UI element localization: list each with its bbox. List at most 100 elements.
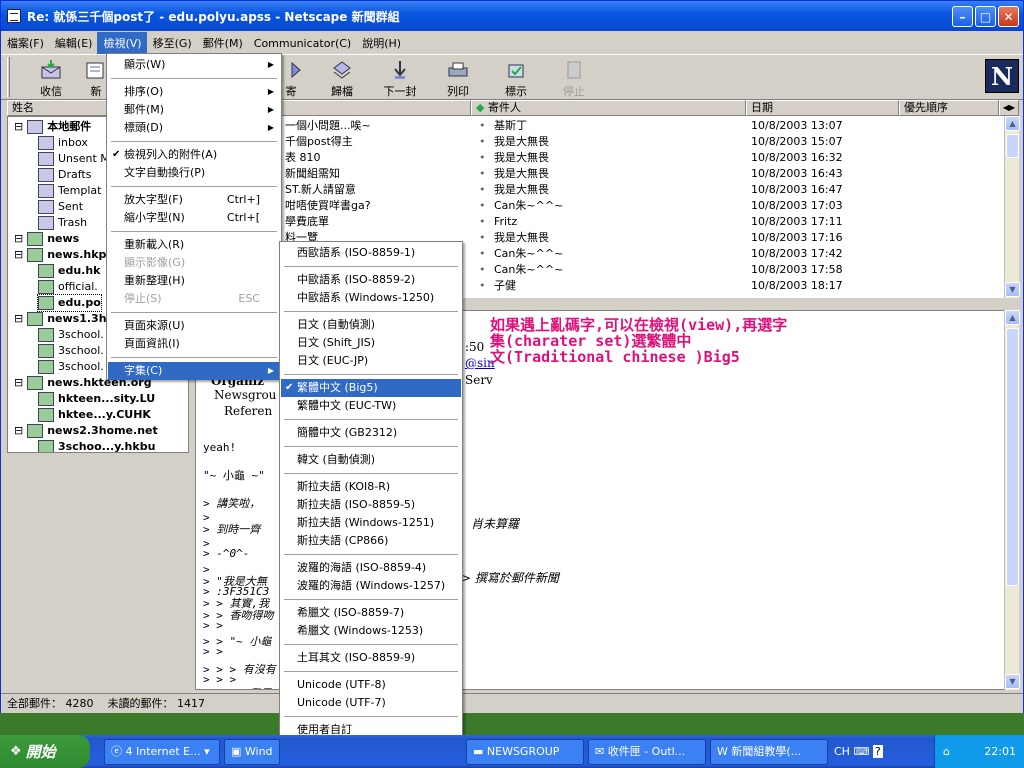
folder-item[interactable]: ⊟ news: [14, 231, 79, 247]
folder-item[interactable]: 3school.: [38, 327, 104, 343]
message-date[interactable]: 10/8/2003 17:58: [751, 262, 843, 278]
scroll-up-arrow[interactable]: ▲: [1005, 116, 1020, 131]
folder-item[interactable]: 3schoo...y.hkbu: [38, 439, 155, 452]
clock[interactable]: 22:01: [984, 745, 1016, 758]
menu-item[interactable]: 停止(S) ESC: [108, 290, 280, 308]
date-header[interactable]: 日期: [746, 100, 899, 116]
menu-item[interactable]: 文字自動換行(P): [108, 164, 280, 182]
message-subject[interactable]: 咁唔使買咩書ga?: [285, 198, 371, 214]
menu-communicator[interactable]: Communicator(C): [248, 34, 356, 53]
menu-item[interactable]: 頁面來源(U): [108, 317, 280, 335]
next-button[interactable]: 下一封: [375, 57, 425, 99]
menu-item[interactable]: 中歐語系 (ISO-8859-2): [281, 271, 461, 289]
menu-item[interactable]: 頁面資訊(I): [108, 335, 280, 353]
menu-item[interactable]: 重新載入(R): [108, 236, 280, 254]
message-subject[interactable]: 表 810: [285, 150, 321, 166]
message-sender[interactable]: 我是大無畏: [494, 166, 549, 182]
message-sender[interactable]: 我是大無畏: [494, 134, 549, 150]
message-subject[interactable]: ST.新人請留意: [285, 182, 356, 198]
message-sender[interactable]: 子健: [494, 278, 516, 294]
print-button[interactable]: 列印: [433, 57, 483, 99]
menu-item[interactable]: 希臘文 (ISO-8859-7): [281, 604, 461, 622]
preview-scroll-thumb[interactable]: [1006, 328, 1019, 586]
menu-item[interactable]: 排序(O) ▶: [108, 83, 280, 101]
message-sender[interactable]: 我是大無畏: [494, 182, 549, 198]
menu-go[interactable]: 移至(G): [147, 32, 197, 54]
menu-item[interactable]: 標頭(D) ▶: [108, 119, 280, 137]
start-button[interactable]: ❖ 開始: [0, 735, 90, 768]
menu-item[interactable]: 縮小字型(N) Ctrl+[: [108, 209, 280, 227]
menu-edit[interactable]: 編輯(E): [49, 32, 98, 54]
expand-toggle-icon[interactable]: ⊟: [14, 248, 23, 261]
menu-item[interactable]: 日文 (EUC-JP): [281, 352, 461, 370]
folder-item[interactable]: Templat: [38, 183, 101, 199]
menu-item[interactable]: 土耳其文 (ISO-8859-9): [281, 649, 461, 667]
expand-toggle-icon[interactable]: ⊟: [14, 312, 23, 325]
menu-view[interactable]: 檢視(V): [97, 32, 147, 54]
menu-item[interactable]: 日文 (自動偵測): [281, 316, 461, 334]
message-list-scrollbar[interactable]: ▲ ▼: [1004, 116, 1020, 298]
folder-item[interactable]: Trash: [38, 215, 87, 231]
folder-item[interactable]: Drafts: [38, 167, 91, 183]
message-date[interactable]: 10/8/2003 16:43: [751, 166, 843, 182]
menu-message[interactable]: 郵件(M): [197, 32, 248, 54]
menu-item[interactable]: 韓文 (自動偵測): [281, 451, 461, 469]
menu-item[interactable]: 繁體中文 (EUC-TW): [281, 397, 461, 415]
menu-item[interactable]: 斯拉夫語 (KOI8-R): [281, 478, 461, 496]
task-windows[interactable]: ▣ Wind: [224, 739, 280, 765]
message-subject[interactable]: 一個小問題...唉~: [285, 118, 371, 134]
message-date[interactable]: 10/8/2003 15:07: [751, 134, 843, 150]
folder-item[interactable]: ⊟ news1.3ho: [14, 311, 114, 327]
preview-scrollbar[interactable]: ▲ ▼: [1004, 310, 1020, 690]
folder-item[interactable]: ⊟ news.hkpo: [14, 247, 114, 263]
folder-item[interactable]: edu.hk: [38, 263, 101, 279]
message-sender[interactable]: 基斯丁: [494, 118, 527, 134]
message-sender[interactable]: Fritz: [494, 214, 517, 230]
scroll-down-arrow[interactable]: ▼: [1005, 282, 1020, 297]
message-date[interactable]: 10/8/2003 18:17: [751, 278, 843, 294]
folder-item[interactable]: inbox: [38, 135, 88, 151]
menu-item[interactable]: ✔ 繁體中文 (Big5): [281, 379, 461, 397]
toolbar-grip[interactable]: [7, 57, 10, 97]
folder-item[interactable]: official.: [38, 279, 98, 295]
menu-help[interactable]: 說明(H): [356, 32, 406, 54]
maximize-button[interactable]: □: [975, 6, 996, 27]
folder-item[interactable]: hktee...y.CUHK: [38, 407, 151, 423]
menu-item[interactable]: 日文 (Shift_JIS): [281, 334, 461, 352]
language-indicator[interactable]: CH: [834, 745, 850, 758]
folder-item[interactable]: 3school.: [38, 359, 104, 375]
folder-item[interactable]: edu.po: [37, 294, 102, 312]
message-date[interactable]: 10/8/2003 17:03: [751, 198, 843, 214]
message-date[interactable]: 10/8/2003 16:32: [751, 150, 843, 166]
message-subject[interactable]: 千個post得主: [285, 134, 353, 150]
menu-file[interactable]: 檔案(F): [1, 32, 49, 54]
message-date[interactable]: 10/8/2003 16:47: [751, 182, 843, 198]
menu-item[interactable]: 字集(C) ▶: [108, 362, 280, 380]
menu-item[interactable]: 西歐語系 (ISO-8859-1): [281, 244, 461, 262]
menu-item[interactable]: 波羅的海語 (ISO-8859-4): [281, 559, 461, 577]
menu-item[interactable]: 斯拉夫語 (CP866): [281, 532, 461, 550]
minimize-button[interactable]: –: [952, 6, 973, 27]
get-mail-button[interactable]: 收信: [26, 57, 76, 99]
menu-item[interactable]: 簡體中文 (GB2312): [281, 424, 461, 442]
message-sender[interactable]: Can朱~^^~: [494, 262, 563, 278]
folder-item[interactable]: 3school.: [38, 343, 104, 359]
expand-toggle-icon[interactable]: ⊟: [14, 424, 23, 437]
mark-button[interactable]: 標示: [491, 57, 541, 99]
menu-item[interactable]: 郵件(M) ▶: [108, 101, 280, 119]
language-bar[interactable]: CH ⌨ ?: [834, 735, 934, 768]
preview-scroll-up[interactable]: ▲: [1005, 310, 1020, 325]
menu-item[interactable]: ✔ 檢視列入的附件(A): [108, 146, 280, 164]
column-scroll-arrows[interactable]: ◀▶: [999, 100, 1019, 116]
menu-item[interactable]: 斯拉夫語 (Windows-1251): [281, 514, 461, 532]
menu-item[interactable]: 顯示影像(G): [108, 254, 280, 272]
network-icon[interactable]: ⌂: [943, 735, 950, 768]
message-subject[interactable]: 新聞組需知: [285, 166, 340, 182]
menu-item[interactable]: 中歐語系 (Windows-1250): [281, 289, 461, 307]
task-newsgroup-folder[interactable]: ▬ NEWSGROUP: [466, 739, 584, 765]
message-sender[interactable]: 我是大無畏: [494, 230, 549, 246]
folder-item[interactable]: Sent: [38, 199, 83, 215]
close-button[interactable]: ✕: [998, 6, 1019, 27]
message-subject[interactable]: 學費底單: [285, 214, 329, 230]
message-sender[interactable]: Can朱~^^~: [494, 198, 563, 214]
